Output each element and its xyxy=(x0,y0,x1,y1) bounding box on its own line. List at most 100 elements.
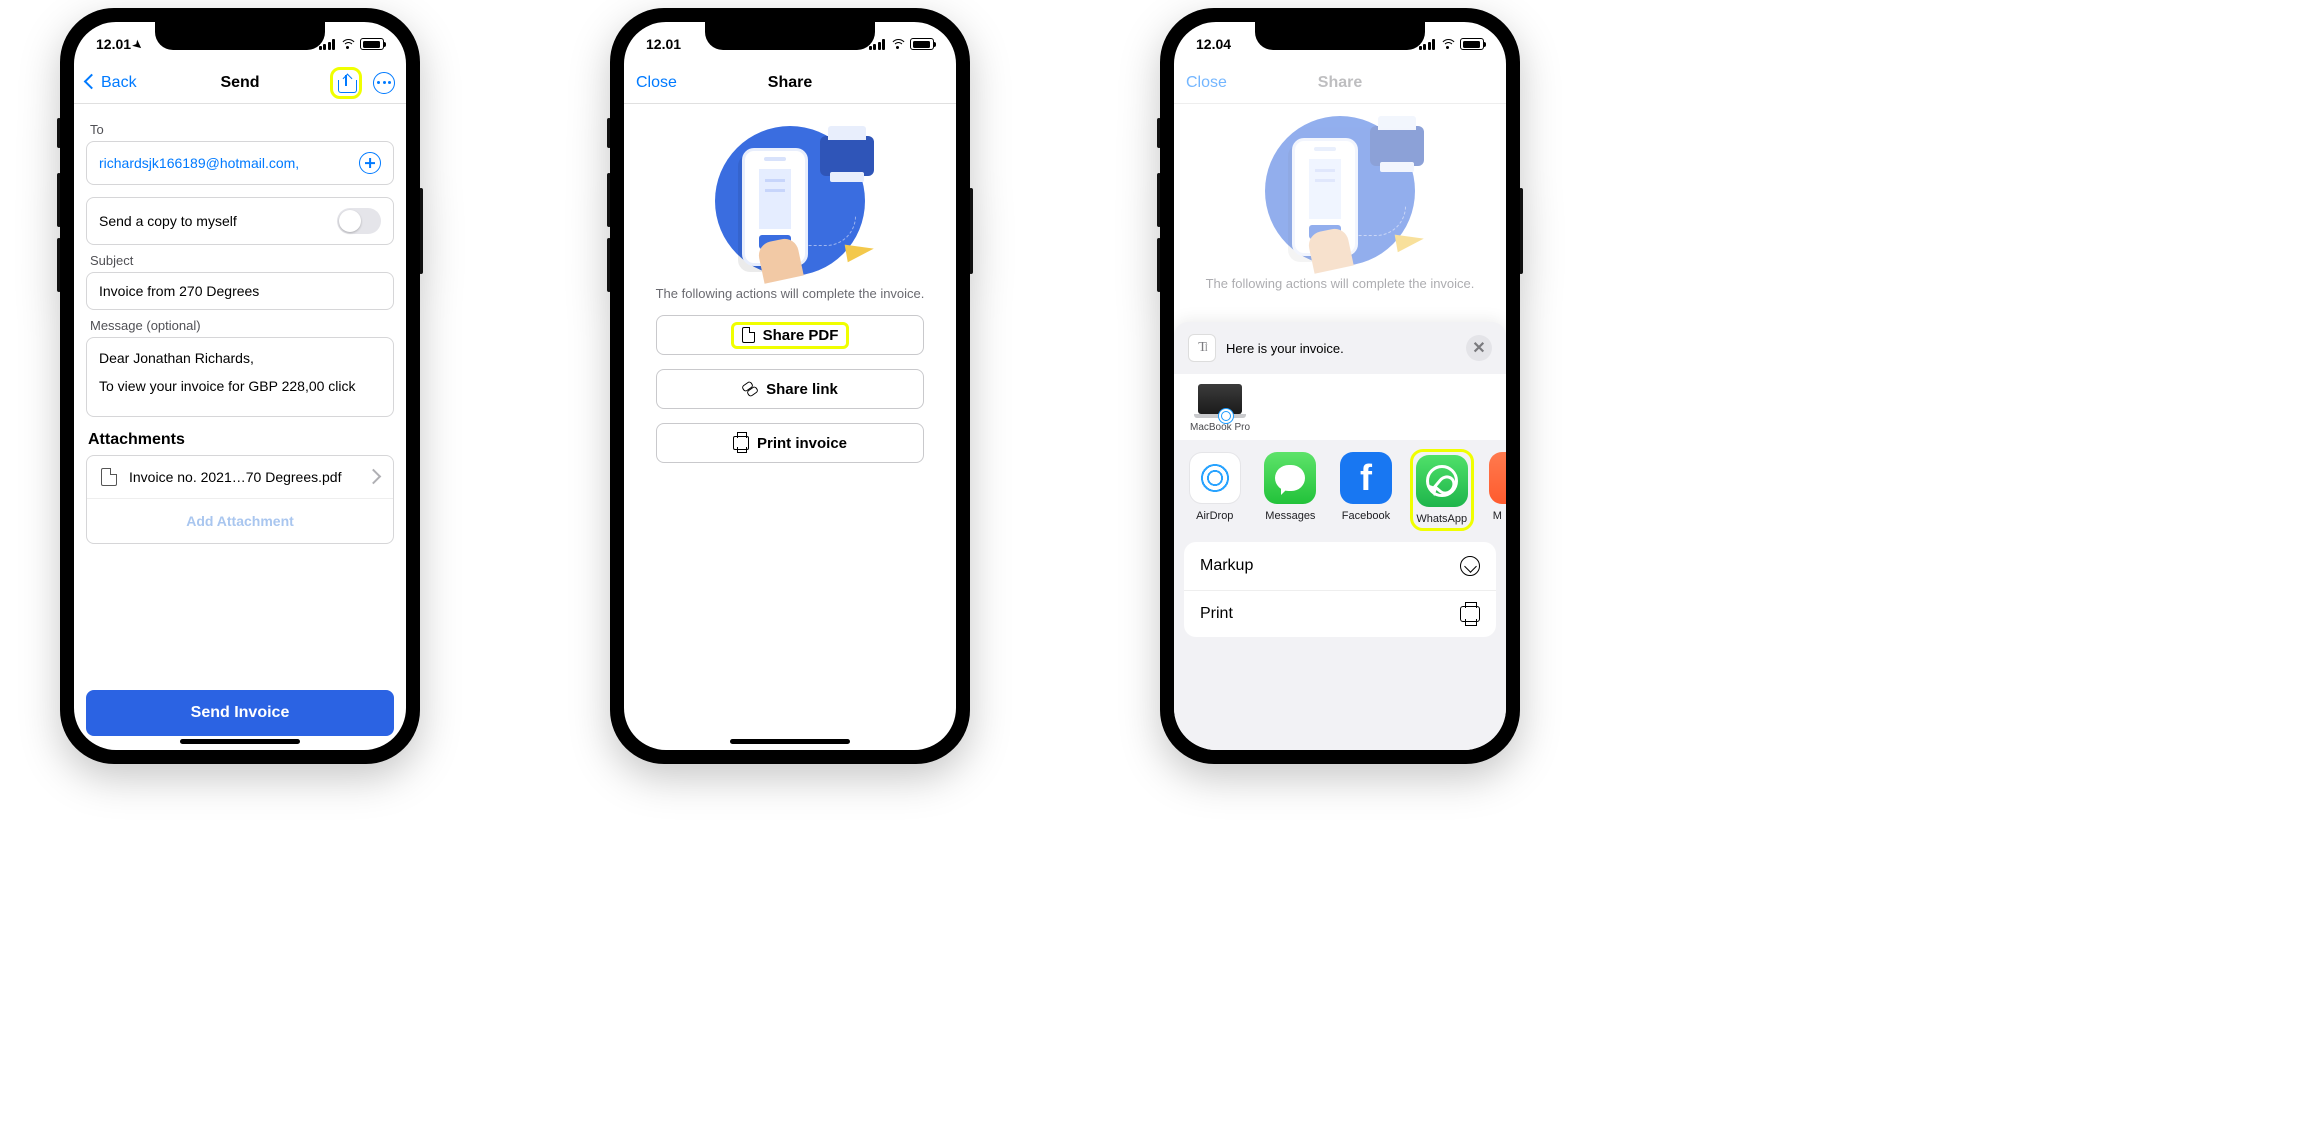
location-services-icon xyxy=(130,35,147,53)
share-actions-card: Markup Print xyxy=(1184,542,1496,637)
more-button[interactable] xyxy=(370,69,398,97)
markup-icon xyxy=(1460,556,1480,576)
add-attachment-button[interactable]: Add Attachment xyxy=(87,499,393,543)
share-icon xyxy=(338,73,355,93)
add-recipient-button[interactable] xyxy=(359,152,381,174)
home-indicator[interactable] xyxy=(180,739,300,744)
app-airdrop[interactable]: AirDrop xyxy=(1186,452,1244,528)
ios-share-sheet: TI Here is your invoice. ✕ Timothy's Mac… xyxy=(1174,322,1506,750)
app-facebook[interactable]: f Facebook xyxy=(1337,452,1395,528)
attachments-heading: Attachments xyxy=(88,431,394,449)
printer-icon xyxy=(733,436,749,450)
airdrop-target[interactable]: Timothy's MacBook Pro xyxy=(1188,384,1252,434)
app-label: Facebook xyxy=(1337,510,1395,522)
share-apps-row: AirDrop Messages f Facebook WhatsApp xyxy=(1174,440,1506,536)
nav-bar: Close Share xyxy=(624,62,956,104)
message-line-2: To view your invoice for GBP 228,00 clic… xyxy=(99,376,381,396)
subject-label: Subject xyxy=(90,253,394,268)
share-link-button[interactable]: Share link xyxy=(656,369,924,409)
share-sheet-header: TI Here is your invoice. ✕ xyxy=(1174,334,1506,374)
attachment-row[interactable]: Invoice no. 2021…70 Degrees.pdf xyxy=(87,456,393,499)
phone-send: 12.01 Back Send To xyxy=(60,8,420,764)
page-title: Send xyxy=(220,74,259,92)
share-content: The following actions will complete the … xyxy=(624,104,956,750)
battery-icon xyxy=(360,38,384,50)
airdrop-targets-row: Timothy's MacBook Pro xyxy=(1174,374,1506,440)
share-pdf-button[interactable]: Share PDF xyxy=(656,315,924,355)
close-sheet-button[interactable]: ✕ xyxy=(1466,335,1492,361)
share-illustration xyxy=(1250,116,1430,266)
wifi-icon xyxy=(1440,39,1455,50)
close-button[interactable]: Close xyxy=(1186,74,1227,92)
share-caption: The following actions will complete the … xyxy=(1186,276,1494,291)
status-time: 12.04 xyxy=(1196,36,1231,52)
app-label: M xyxy=(1489,510,1506,522)
message-field[interactable]: Dear Jonathan Richards, To view your inv… xyxy=(86,337,394,417)
nav-bar: Back Send xyxy=(74,62,406,104)
message-line-1: Dear Jonathan Richards, xyxy=(99,348,381,368)
copy-self-row[interactable]: Send a copy to myself xyxy=(86,197,394,245)
share-pdf-label: Share PDF xyxy=(763,327,839,344)
battery-icon xyxy=(910,38,934,50)
share-sheet-title: Here is your invoice. xyxy=(1226,341,1344,356)
back-label: Back xyxy=(101,74,137,92)
action-print[interactable]: Print xyxy=(1184,591,1496,637)
messages-icon xyxy=(1275,465,1305,491)
airdrop-badge-icon xyxy=(1218,408,1234,424)
nav-bar: Close Share xyxy=(1174,62,1506,104)
copy-self-toggle[interactable] xyxy=(337,208,381,234)
link-icon xyxy=(742,381,758,397)
airdrop-icon xyxy=(1198,461,1232,495)
print-invoice-button[interactable]: Print invoice xyxy=(656,423,924,463)
pdf-file-icon xyxy=(101,468,117,486)
share-button[interactable] xyxy=(332,69,360,97)
share-illustration xyxy=(700,126,880,276)
app-label: Messages xyxy=(1262,510,1320,522)
app-messages[interactable]: Messages xyxy=(1262,452,1320,528)
app-whatsapp[interactable]: WhatsApp xyxy=(1413,452,1471,528)
send-invoice-button[interactable]: Send Invoice xyxy=(86,690,394,736)
facebook-icon: f xyxy=(1360,457,1372,499)
app-label: WhatsApp xyxy=(1416,513,1468,525)
printer-icon xyxy=(1460,606,1480,622)
chevron-left-icon xyxy=(86,74,99,92)
close-label: Close xyxy=(636,74,677,92)
chevron-right-icon xyxy=(368,469,379,485)
attachments-card: Invoice no. 2021…70 Degrees.pdf Add Atta… xyxy=(86,455,394,544)
ellipsis-circle-icon xyxy=(373,72,395,94)
action-label: Print xyxy=(1200,605,1233,623)
battery-icon xyxy=(1460,38,1484,50)
close-label: Close xyxy=(1186,74,1227,92)
more-app-icon xyxy=(1489,452,1506,504)
status-time: 12.01 xyxy=(646,36,681,52)
phone-ios-share-sheet: 12.04 Close Share xyxy=(1160,8,1520,764)
app-more-truncated[interactable]: M xyxy=(1489,452,1506,528)
action-label: Markup xyxy=(1200,557,1253,575)
print-invoice-label: Print invoice xyxy=(757,435,847,452)
whatsapp-icon xyxy=(1426,465,1458,497)
page-title: Share xyxy=(768,74,812,92)
text-item-icon: TI xyxy=(1188,334,1216,362)
app-label: AirDrop xyxy=(1186,510,1244,522)
to-value: richardsjk166189@hotmail.com, xyxy=(99,155,299,171)
share-caption: The following actions will complete the … xyxy=(636,286,944,301)
wifi-icon xyxy=(890,39,905,50)
page-title: Share xyxy=(1318,74,1362,92)
share-option-list: Share PDF Share link Print invoice xyxy=(636,315,944,463)
to-label: To xyxy=(90,122,394,137)
subject-field[interactable]: Invoice from 270 Degrees xyxy=(86,272,394,310)
back-button[interactable]: Back xyxy=(86,74,137,92)
message-label: Message (optional) xyxy=(90,318,394,333)
to-field[interactable]: richardsjk166189@hotmail.com, xyxy=(86,141,394,185)
close-button[interactable]: Close xyxy=(636,74,677,92)
attachment-name: Invoice no. 2021…70 Degrees.pdf xyxy=(129,469,341,485)
copy-self-label: Send a copy to myself xyxy=(99,213,237,229)
action-markup[interactable]: Markup xyxy=(1184,542,1496,591)
status-time: 12.01 xyxy=(96,36,131,52)
document-icon xyxy=(742,327,755,343)
wifi-icon xyxy=(340,39,355,50)
share-link-label: Share link xyxy=(766,381,838,398)
send-form: To richardsjk166189@hotmail.com, Send a … xyxy=(74,104,406,750)
home-indicator[interactable] xyxy=(730,739,850,744)
phone-share-options: 12.01 Close Share xyxy=(610,8,970,764)
